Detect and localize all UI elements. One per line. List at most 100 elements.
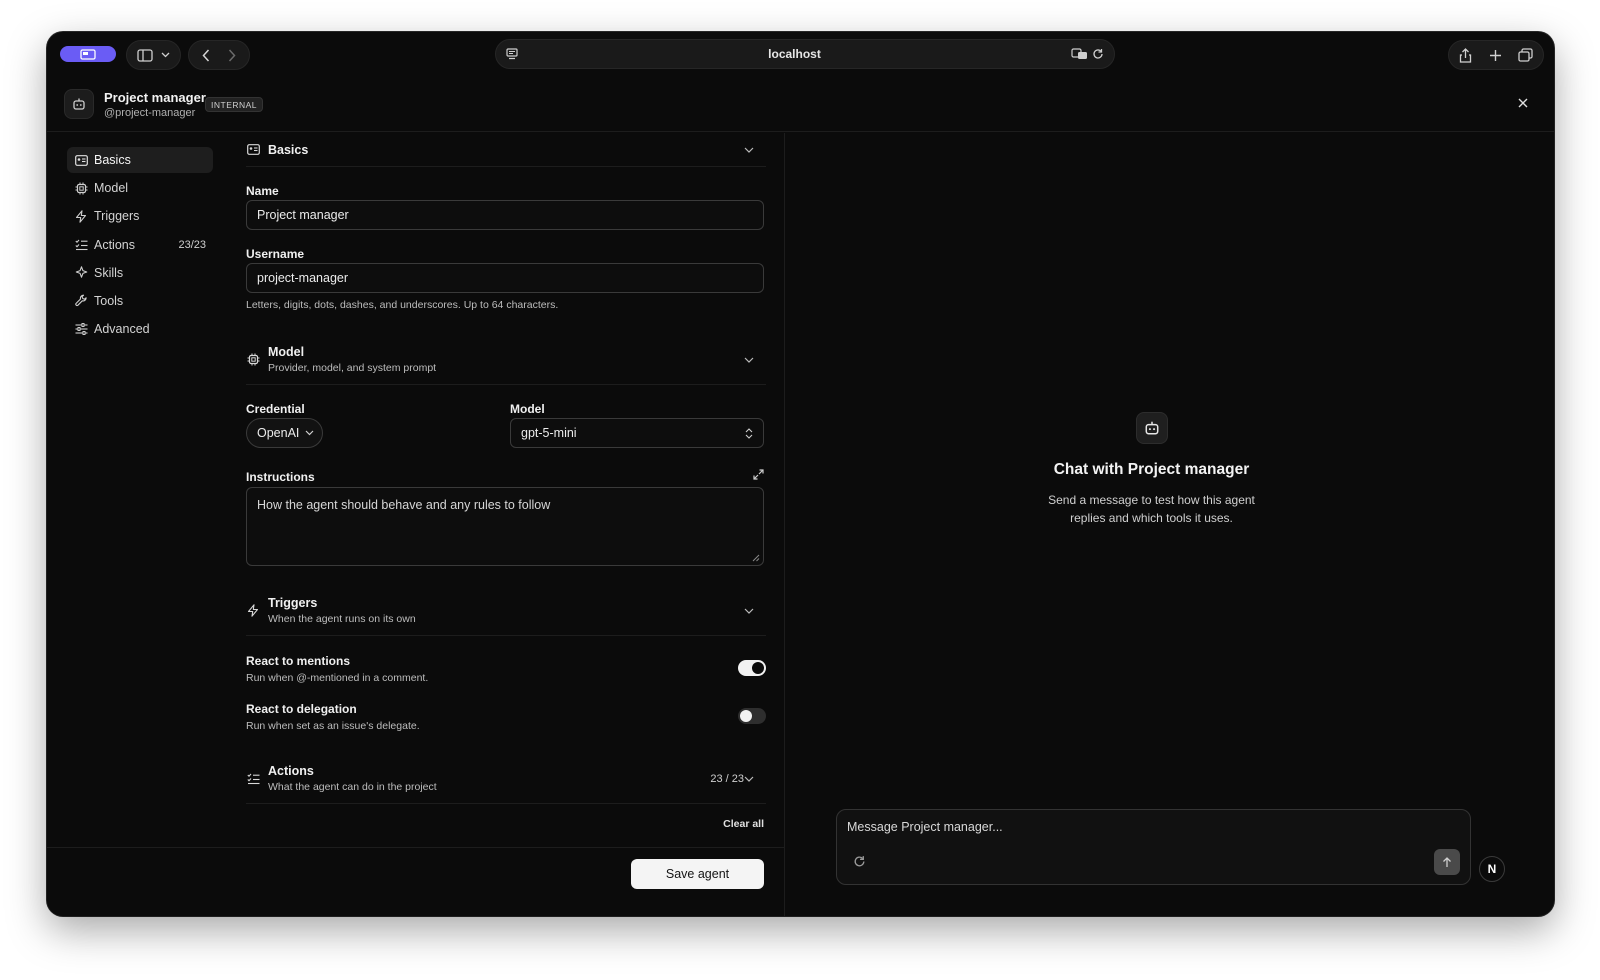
chip-icon [246, 353, 260, 366]
profile-button[interactable] [60, 46, 116, 62]
name-input[interactable]: Project manager [246, 200, 764, 230]
chevron-down-icon[interactable] [742, 147, 756, 153]
nav-item-basics[interactable]: Basics [67, 147, 213, 173]
browser-toolbar: localhost [47, 32, 1554, 76]
id-card-icon [74, 154, 88, 166]
resize-grip-icon[interactable] [752, 554, 760, 562]
chat-input-placeholder[interactable]: Message Project manager... [847, 820, 1003, 834]
agent-avatar [64, 89, 94, 119]
chevron-down-icon[interactable] [742, 357, 756, 363]
section-title: Basics [268, 142, 309, 157]
nav-label: Skills [94, 265, 124, 280]
instructions-label: Instructions [246, 470, 315, 484]
forward-icon[interactable] [228, 48, 236, 62]
nav-item-advanced[interactable]: Advanced [67, 316, 213, 342]
profile-icon [80, 48, 96, 60]
section-model-header[interactable]: Model Provider, model, and system prompt [246, 335, 766, 385]
arrow-up-icon [1442, 856, 1452, 868]
nav-label: Basics [94, 153, 131, 167]
chat-title: Chat with Project manager [1053, 461, 1250, 478]
section-title: Model [268, 345, 305, 359]
trigger-subtitle: Run when @-mentioned in a comment. [246, 672, 429, 684]
url-text[interactable]: localhost [518, 47, 1071, 61]
section-title: Triggers [268, 596, 318, 610]
nav-label: Triggers [94, 209, 140, 224]
form-footer: Save agent [47, 847, 784, 916]
robot-icon [72, 97, 86, 111]
translate-icon[interactable] [1071, 48, 1088, 60]
nav-item-triggers[interactable]: Triggers [67, 203, 213, 229]
nav-label: Tools [94, 293, 124, 308]
mentions-toggle[interactable] [738, 660, 766, 676]
name-value: Project manager [257, 208, 349, 222]
model-select[interactable]: gpt-5-mini [510, 418, 764, 448]
nav-label: Advanced [94, 322, 150, 337]
refresh-icon[interactable] [853, 855, 866, 868]
instructions-label-row: Instructions [246, 468, 766, 484]
nav-item-skills[interactable]: Skills [67, 260, 213, 286]
chevron-down-icon[interactable] [161, 52, 170, 58]
username-input[interactable]: project-manager [246, 263, 764, 293]
trigger-row-mentions: React to mentions Run when @-mentioned i… [246, 654, 766, 686]
nav-label: Model [94, 181, 129, 196]
agent-handle: @project-manager [104, 107, 196, 119]
toggle-knob [740, 710, 752, 722]
section-subtitle: What the agent can do in the project [268, 781, 437, 793]
agent-header: Project manager @project-manager INTERNA… [47, 76, 1554, 132]
nav-item-model[interactable]: Model [67, 175, 213, 201]
tabs-overview-icon[interactable] [1518, 48, 1533, 62]
credential-select[interactable]: OpenAI [246, 418, 324, 448]
close-icon [1518, 98, 1528, 108]
expand-icon[interactable] [753, 469, 764, 480]
sparkle-icon [74, 266, 88, 279]
section-actions-header[interactable]: Actions What the agent can do in the pro… [246, 754, 766, 804]
chip-icon [74, 182, 88, 195]
sliders-icon [74, 323, 88, 336]
chevron-updown-icon [745, 427, 753, 439]
page-menu-icon[interactable] [506, 48, 518, 60]
nav-label: Actions [94, 237, 135, 252]
instructions-textarea[interactable]: How the agent should behave and any rule… [246, 487, 764, 566]
credential-value: OpenAI [257, 426, 300, 440]
nav-item-tools[interactable]: Tools [67, 288, 213, 314]
agent-name: Project manager [104, 90, 206, 105]
share-icon[interactable] [1459, 47, 1472, 63]
chat-composer[interactable]: Message Project manager... [836, 809, 1471, 885]
back-icon[interactable] [202, 48, 210, 62]
browser-window: localhost Project manager @project-manag… [47, 32, 1554, 916]
name-label: Name [246, 184, 279, 198]
chevron-down-icon[interactable] [742, 776, 756, 782]
agent-form: Basics Name Project manager Username pro… [246, 133, 766, 847]
username-hint: Letters, digits, dots, dashes, and under… [246, 299, 559, 311]
user-avatar[interactable]: N [1479, 856, 1505, 882]
chevron-down-icon[interactable] [742, 608, 756, 614]
checklist-icon [74, 239, 88, 251]
lightning-icon [246, 604, 260, 617]
actions-count: 23 / 23 [710, 772, 744, 785]
section-basics-header[interactable]: Basics [246, 133, 766, 167]
robot-icon [1144, 420, 1160, 436]
trigger-row-delegation: React to delegation Run when set as an i… [246, 702, 766, 734]
sidebar-toggle-icon[interactable] [137, 48, 153, 62]
history-nav-group [188, 40, 250, 70]
toggle-knob [752, 662, 764, 674]
clear-all-link[interactable]: Clear all [246, 818, 766, 830]
nav-count: 23/23 [178, 238, 206, 251]
nav-item-actions[interactable]: Actions 23/23 [67, 232, 213, 258]
reload-icon[interactable] [1092, 48, 1104, 60]
new-tab-icon[interactable] [1489, 49, 1502, 62]
send-button[interactable] [1434, 849, 1460, 875]
lightning-icon [74, 210, 88, 223]
address-bar[interactable]: localhost [495, 39, 1115, 69]
settings-nav: Basics Model Triggers Actions 23/23 Skil… [67, 147, 213, 344]
section-triggers-header[interactable]: Triggers When the agent runs on its own [246, 586, 766, 636]
save-agent-button[interactable]: Save agent [631, 859, 764, 889]
trigger-title: React to mentions [246, 654, 351, 668]
section-subtitle: Provider, model, and system prompt [268, 362, 437, 374]
window-actions [1448, 40, 1544, 70]
delegation-toggle[interactable] [738, 708, 766, 724]
close-button[interactable] [1514, 94, 1532, 112]
sidebar-toggle-group[interactable] [126, 40, 181, 70]
chevron-down-icon [305, 430, 314, 436]
id-card-icon [246, 144, 260, 155]
